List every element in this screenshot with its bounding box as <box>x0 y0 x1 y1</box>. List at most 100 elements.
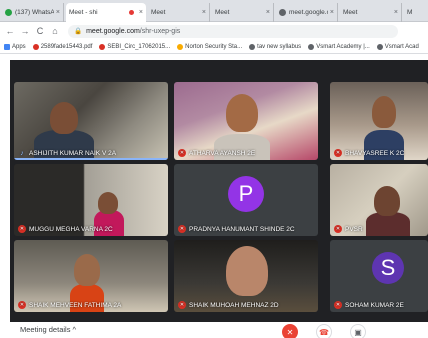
tab-meet-active[interactable]: Meet - shi × <box>66 3 146 22</box>
bookmark-label: Apps <box>12 43 26 50</box>
tab-label: (137) WhatsAp <box>15 9 54 16</box>
tab-label: Meet <box>343 9 358 16</box>
close-icon[interactable]: × <box>330 9 334 16</box>
close-icon[interactable]: × <box>394 9 398 16</box>
participant-tile[interactable]: ✕ MUGGU MEGHA VARNA 2C <box>14 164 168 236</box>
bookmark-label: tav new syllabus <box>257 43 302 50</box>
globe-icon <box>376 43 383 50</box>
participant-name: MUGGU MEGHA VARNA 2C <box>29 225 113 233</box>
participant-face <box>372 96 396 128</box>
participant-name: SHAIK MEHVEEN FATHIMA 2A <box>29 301 122 309</box>
participant-name: PVSR <box>345 225 363 233</box>
participant-name: PRADNYA HANUMANT SHINDE 2C <box>189 225 295 233</box>
participant-name-row: ✕ BHAVYASREE K 2C <box>334 149 404 157</box>
mic-off-icon: ✕ <box>18 301 26 309</box>
participant-face <box>374 186 400 216</box>
forward-arrow-icon[interactable]: → <box>19 25 31 37</box>
participant-name-row: ♪ ASHIJITH KUMAR NAIK V 2A <box>18 149 116 157</box>
participant-face <box>50 102 78 134</box>
participant-tile[interactable]: S ✕ SOHAM KUMAR 2E <box>330 240 428 312</box>
close-icon[interactable]: × <box>266 9 270 16</box>
norton-check-icon <box>177 43 184 50</box>
avatar: S <box>372 252 404 284</box>
close-icon[interactable]: × <box>139 9 143 16</box>
participant-name: SOHAM KUMAR 2E <box>345 301 404 309</box>
tab-whatsapp[interactable]: (137) WhatsAp × <box>2 3 64 22</box>
whatsapp-icon <box>5 9 12 16</box>
tab-meet-link[interactable]: meet.google.c × <box>276 3 338 22</box>
avatar-letter: S <box>380 255 396 280</box>
browser-tab-strip: (137) WhatsAp × Meet - shi × Meet × Meet… <box>0 0 428 22</box>
tab-label: Meet <box>215 9 230 16</box>
participant-name: BHAVYASREE K 2C <box>345 149 405 157</box>
address-path: /shr-uxep-gis <box>139 27 181 35</box>
participant-name-row: ✕ PVSR <box>334 225 363 233</box>
participant-tile[interactable]: ✕ SHAIK MUHOAH MEHNAZ 2D <box>174 240 318 312</box>
lock-icon: 🔒 <box>74 28 83 35</box>
tab-meet[interactable]: Meet × <box>148 3 210 22</box>
participant-face <box>226 246 268 296</box>
bookmark-label: Vsmart Acad <box>384 43 419 50</box>
meet-video-grid: ♪ ASHIJITH KUMAR NAIK V 2A ✕ ATHARVA AYA… <box>10 60 428 338</box>
bookmarks-bar: Apps 2589fade15443.pdf SEBI_Circ_1706201… <box>0 40 428 54</box>
avatar: P <box>228 176 264 212</box>
tab-label: Meet - shi <box>69 9 98 16</box>
participant-face <box>98 192 118 214</box>
bookmark-item[interactable]: SEBI_Circ_17062015... <box>99 43 170 50</box>
participant-face <box>226 94 258 132</box>
tab-meet[interactable]: M <box>404 3 428 22</box>
participant-name-row: ✕ SHAIK MUHOAH MEHNAZ 2D <box>178 301 279 309</box>
bookmark-item[interactable]: Vsmart Academy |... <box>308 43 370 50</box>
globe-icon <box>249 43 256 50</box>
tab-label: meet.google.c <box>289 9 328 16</box>
tab-label: M <box>407 9 413 16</box>
mic-off-icon: ✕ <box>178 225 186 233</box>
participant-tile[interactable]: ✕ ATHARVA AYANSH 2E <box>174 82 318 160</box>
bookmark-item[interactable]: tav new syllabus <box>249 43 302 50</box>
camera-button[interactable]: ▣ <box>350 324 366 338</box>
phone-hangup-icon: ☎ <box>319 327 329 337</box>
tab-meet[interactable]: Meet × <box>212 3 274 22</box>
back-arrow-icon[interactable]: ← <box>4 25 16 37</box>
meet-control-bar: Meeting details ^ ✕ ☎ ▣ <box>0 322 428 338</box>
mic-off-icon: ✕ <box>178 301 186 309</box>
camera-icon: ▣ <box>354 327 362 337</box>
participant-name-row: ✕ SHAIK MEHVEEN FATHIMA 2A <box>18 301 121 309</box>
bookmark-label: 2589fade15443.pdf <box>40 43 93 50</box>
mic-off-icon: ✕ <box>334 301 342 309</box>
participant-name: SHAIK MUHOAH MEHNAZ 2D <box>189 301 279 309</box>
end-call-button[interactable]: ☎ <box>316 324 332 338</box>
tab-meet[interactable]: Meet × <box>340 3 402 22</box>
pdf-icon <box>32 43 39 50</box>
meeting-details-button[interactable]: Meeting details ^ <box>20 325 76 334</box>
participant-face <box>74 254 100 286</box>
bookmark-item[interactable]: Norton Security Sta... <box>177 43 242 50</box>
close-icon[interactable]: × <box>56 9 60 16</box>
active-speaker-indicator <box>14 158 168 160</box>
avatar-letter: P <box>238 181 254 206</box>
participant-name: ATHARVA AYANSH 2E <box>189 149 256 157</box>
bookmark-item[interactable]: 2589fade15443.pdf <box>32 43 93 50</box>
participant-tile[interactable]: P ✕ PRADNYA HANUMANT SHINDE 2C <box>174 164 318 236</box>
reload-icon[interactable]: C <box>34 25 46 37</box>
address-host: meet.google.com <box>86 27 140 35</box>
participant-name-row: ✕ PRADNYA HANUMANT SHINDE 2C <box>178 225 295 233</box>
microphone-off-button[interactable]: ✕ <box>282 324 298 338</box>
home-icon[interactable]: ⌂ <box>49 25 61 37</box>
mic-active-icon: ♪ <box>20 149 24 157</box>
mic-off-icon: ✕ <box>286 327 294 337</box>
participant-tile[interactable]: ♪ ASHIJITH KUMAR NAIK V 2A <box>14 82 168 160</box>
participant-name-row: ✕ MUGGU MEGHA VARNA 2C <box>18 225 113 233</box>
bookmark-item[interactable]: Vsmart Acad <box>376 43 419 50</box>
participant-tile[interactable]: ✕ PVSR <box>330 164 428 236</box>
participant-name-row: ✕ ATHARVA AYANSH 2E <box>178 149 255 157</box>
globe-icon <box>308 43 315 50</box>
bookmark-apps[interactable]: Apps <box>4 43 26 50</box>
participant-tile[interactable]: ✕ SHAIK MEHVEEN FATHIMA 2A <box>14 240 168 312</box>
mic-off-icon: ✕ <box>334 225 342 233</box>
close-icon[interactable]: × <box>202 9 206 16</box>
mic-off-icon: ✕ <box>18 225 26 233</box>
tab-label: Meet <box>151 9 166 16</box>
address-bar[interactable]: 🔒 meet.google.com/shr-uxep-gis <box>68 24 398 38</box>
participant-tile[interactable]: ✕ BHAVYASREE K 2C <box>330 82 428 160</box>
